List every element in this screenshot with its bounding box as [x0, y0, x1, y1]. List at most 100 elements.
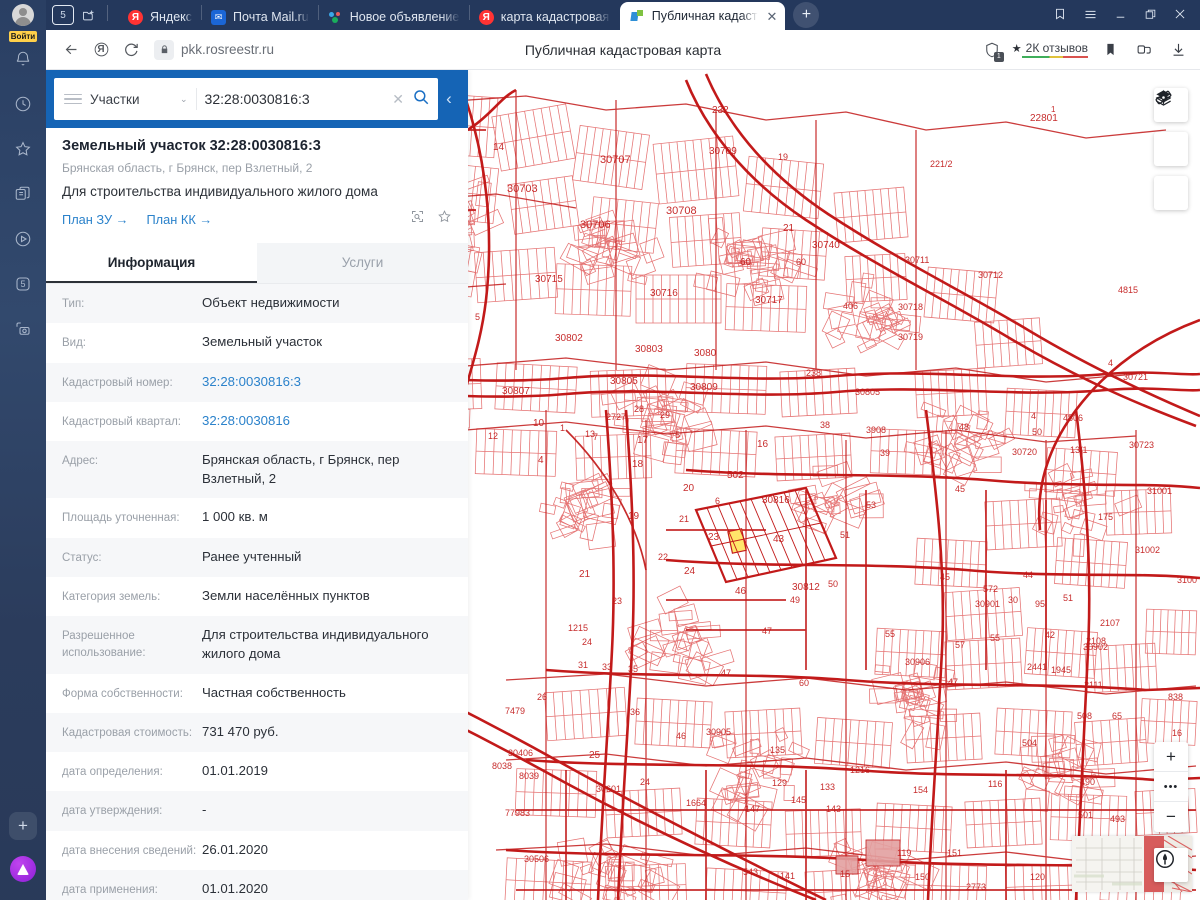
back-button[interactable]: [56, 35, 86, 65]
shield-icon[interactable]: 1: [982, 40, 1004, 62]
rail-icon-list: 5: [8, 44, 38, 344]
collections-icon[interactable]: [8, 179, 38, 209]
table-row: Площадь уточненная: 1 000 кв. м: [46, 498, 468, 537]
row-key: дата применения:: [62, 883, 158, 896]
tab-services[interactable]: Услуги: [257, 243, 468, 283]
row-key: Разрешенное использование:: [62, 630, 146, 660]
row-value[interactable]: 32:28:0030816: [202, 412, 290, 431]
svg-text:44: 44: [1023, 570, 1033, 580]
login-label: Войти: [8, 31, 38, 42]
row-key: Кадастровый номер:: [62, 376, 173, 389]
chevron-down-icon[interactable]: ⌄: [180, 94, 188, 105]
row-value[interactable]: 32:28:0030816:3: [202, 373, 301, 392]
search-area-icon[interactable]: [410, 209, 425, 229]
map-tools: [1154, 88, 1188, 210]
tab-yandex[interactable]: Я Яндекс: [119, 4, 201, 30]
measure-icon[interactable]: [1154, 90, 1188, 166]
add-icon[interactable]: +: [9, 812, 37, 840]
alice-assistant-icon[interactable]: [10, 856, 36, 882]
svg-text:30717: 30717: [755, 295, 783, 306]
minimize-button[interactable]: [1106, 3, 1134, 25]
hamburger-icon[interactable]: [1076, 3, 1104, 25]
tab-avito[interactable]: Новое объявление -: [319, 4, 469, 30]
svg-text:23: 23: [612, 596, 622, 606]
bookmark-icon[interactable]: [1098, 38, 1122, 62]
new-tab-button[interactable]: +: [793, 2, 820, 28]
yandex-badge-icon[interactable]: Я: [86, 35, 116, 65]
svg-text:4: 4: [538, 455, 544, 466]
svg-text:30506: 30506: [524, 854, 549, 864]
svg-text:21: 21: [579, 569, 591, 580]
search-box[interactable]: Участки ⌄ 32:28:0030816:3 ✕: [54, 78, 438, 120]
svg-text:46: 46: [735, 586, 747, 597]
svg-text:53: 53: [866, 500, 876, 510]
zoom-out-button[interactable]: −: [1154, 802, 1188, 832]
tab-yandex-search[interactable]: Я карта кадастровая р: [470, 4, 620, 30]
collections-icon[interactable]: [1132, 38, 1156, 62]
rail-bottom: +: [0, 812, 46, 882]
hamburger-icon[interactable]: [62, 93, 82, 105]
search-bar: Участки ⌄ 32:28:0030816:3 ✕ ‹: [46, 70, 468, 128]
tab-pkk-active[interactable]: Публичная кадаст ✕: [619, 2, 786, 30]
plan-kk-link[interactable]: План КК →: [146, 212, 212, 227]
reviews-badge[interactable]: ★ 2К отзывов: [1011, 41, 1089, 58]
new-window-icon[interactable]: [76, 4, 100, 26]
clear-icon[interactable]: ✕: [392, 91, 404, 108]
svg-text:13/1: 13/1: [1070, 445, 1088, 455]
svg-text:30802: 30802: [555, 333, 583, 344]
svg-text:154: 154: [913, 785, 928, 795]
screenshot-icon[interactable]: [8, 314, 38, 344]
bookmarks-icon[interactable]: [1046, 3, 1074, 25]
svg-text:30406: 30406: [508, 748, 533, 758]
svg-text:51: 51: [1063, 593, 1073, 603]
star-icon[interactable]: [8, 134, 38, 164]
video-icon[interactable]: [8, 224, 38, 254]
close-icon[interactable]: ✕: [767, 10, 778, 23]
zoom-more-button[interactable]: •••: [1154, 772, 1188, 802]
panel-tabs: Информация Услуги: [46, 243, 468, 284]
svg-text:135: 135: [770, 745, 785, 755]
avatar: [12, 4, 34, 26]
svg-text:30708: 30708: [666, 205, 697, 217]
tab-information[interactable]: Информация: [46, 243, 257, 283]
tab-mailru[interactable]: ✉ Почта Mail.ru: [202, 4, 318, 30]
home-number-icon[interactable]: 5: [8, 269, 38, 299]
search-scope-label[interactable]: Участки: [90, 92, 172, 107]
login-badge[interactable]: Войти: [6, 4, 40, 44]
home-tabs-icon[interactable]: 5: [52, 5, 74, 25]
plan-zu-link[interactable]: План ЗУ →: [62, 212, 128, 227]
compass-control: [1154, 848, 1188, 882]
zoom-in-button[interactable]: +: [1154, 742, 1188, 772]
panel-header-actions: [410, 209, 452, 229]
compass-icon[interactable]: [1154, 848, 1188, 882]
divider: [195, 88, 197, 110]
svg-text:6: 6: [715, 496, 720, 506]
bell-icon[interactable]: [8, 44, 38, 74]
svg-text:30816: 30816: [762, 495, 790, 506]
collapse-panel-button[interactable]: ‹: [438, 78, 460, 120]
svg-text:2111: 2111: [1084, 680, 1103, 690]
locate-icon[interactable]: [1154, 89, 1188, 210]
close-button[interactable]: [1166, 3, 1194, 25]
row-key: дата утверждения:: [62, 805, 163, 818]
table-row: Разрешенное использование: Для строительс…: [46, 616, 468, 674]
star-icon: ★: [1011, 42, 1022, 55]
favorite-star-icon[interactable]: [437, 209, 452, 229]
svg-text:490: 490: [1080, 777, 1095, 787]
panel-links: План ЗУ → План КК →: [62, 209, 452, 229]
search-icon[interactable]: [412, 88, 430, 111]
url-field[interactable]: pkk.rosreestr.ru: [154, 39, 274, 60]
download-icon[interactable]: [1166, 38, 1190, 62]
table-row: Вид: Земельный участок: [46, 323, 468, 362]
yandex-icon: Я: [478, 9, 494, 25]
row-value: 731 470 руб.: [202, 723, 279, 739]
svg-text:3908: 3908: [866, 425, 886, 435]
svg-text:30721: 30721: [1123, 372, 1148, 382]
reload-button[interactable]: [116, 35, 146, 65]
svg-text:30906: 30906: [905, 657, 930, 667]
tab-label: карта кадастровая р: [500, 10, 611, 24]
maximize-button[interactable]: [1136, 3, 1164, 25]
search-input[interactable]: 32:28:0030816:3: [205, 91, 385, 107]
clock-icon[interactable]: [8, 89, 38, 119]
yandex-icon: Я: [128, 9, 143, 25]
